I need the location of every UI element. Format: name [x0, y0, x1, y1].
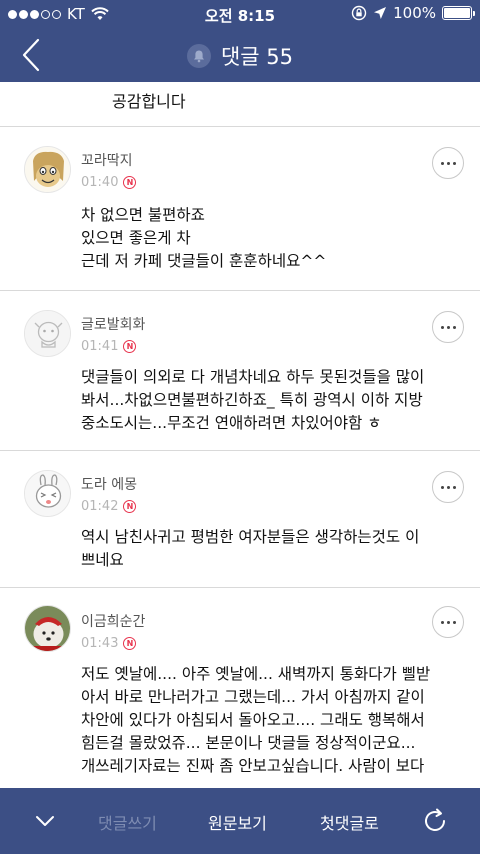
comment-time: 01:42: [81, 499, 119, 514]
comment-body: 저도 옛날에.... 아주 옛날에... 새벽까지 통화다가 삘받 아서 바로 …: [81, 663, 471, 778]
comment-nickname[interactable]: 글로발회화: [81, 314, 145, 334]
dog-photo-icon: [25, 606, 70, 651]
comment-more-button[interactable]: [432, 471, 464, 503]
comment-line: 역시 남친사귀고 평범한 여자분들은 생각하는것도 이: [81, 528, 420, 546]
previous-comment-text: 공감합니다: [112, 92, 186, 111]
comment-line: 봐서...차없으면불편하긴하죠_ 특히 광역시 이하 지방: [81, 391, 423, 409]
comment-line: 차 없으면 불편하죠: [81, 206, 205, 224]
bottom-toolbar: 댓글쓰기 원문보기 첫댓글로: [0, 788, 480, 854]
comment-more-button[interactable]: [432, 606, 464, 638]
default-profile-icon: [25, 311, 70, 356]
divider: [0, 126, 480, 127]
view-original-button[interactable]: 원문보기: [208, 810, 267, 834]
status-right: 100%: [351, 4, 475, 22]
comment-line: 댓글들이 의외로 다 개념차네요 하두 못된것들을 많이: [81, 368, 425, 386]
comment-line: 힘든걸 몰랐었쥬... 본문이나 댓글들 정상적이군요...: [81, 734, 416, 752]
comment-line: 중소도시는...무조건 연애하려면 차있어야함 ㅎ: [81, 414, 382, 432]
comment-line: 쁘네요: [81, 551, 124, 569]
status-bar: KT 오전 8:15 100%: [0, 0, 480, 28]
avatar[interactable]: [24, 310, 71, 357]
avatar[interactable]: [24, 146, 71, 193]
new-badge: N: [123, 340, 137, 353]
comment-meta: 01:42 N: [81, 499, 137, 514]
comment-more-button[interactable]: [432, 147, 464, 179]
comment-more-button[interactable]: [432, 311, 464, 343]
bell-icon[interactable]: [186, 44, 211, 68]
comment-nickname[interactable]: 이금희순간: [81, 611, 145, 631]
divider: [0, 450, 480, 451]
comment-time: 01:43: [81, 636, 119, 651]
comment-body: 역시 남친사귀고 평범한 여자분들은 생각하는것도 이 쁘네요: [81, 526, 471, 572]
comment-line: 있으면 좋은게 차: [81, 229, 191, 247]
page-title: 댓글 55: [220, 45, 294, 69]
location-icon: [374, 7, 387, 19]
new-badge: N: [123, 176, 137, 189]
avatar[interactable]: [24, 605, 71, 652]
comment-time: 01:40: [81, 175, 119, 190]
nav-bar: 댓글 55: [0, 28, 480, 82]
comment-body: 댓글들이 의외로 다 개념차네요 하두 못된것들을 많이 봐서...차없으면불편…: [81, 366, 471, 435]
comment-meta: 01:40 N: [81, 175, 137, 190]
bunny-character-icon: [25, 471, 70, 516]
first-comment-button[interactable]: 첫댓글로: [320, 810, 379, 834]
comment-meta: 01:41 N: [81, 339, 137, 354]
chevron-down-icon[interactable]: [34, 810, 56, 832]
comment-nickname[interactable]: 꼬라딱지: [81, 150, 133, 170]
comment-nickname[interactable]: 도라 에몽: [81, 474, 137, 494]
comment-meta: 01:43 N: [81, 636, 137, 651]
dog-character-icon: [25, 147, 70, 192]
new-badge: N: [123, 637, 137, 650]
new-badge: N: [123, 500, 137, 513]
battery-percent: 100%: [393, 4, 436, 22]
comment-list[interactable]: 공감합니다 꼬라딱지 01:40 N 차 없으면 불편하죠 있으면 좋은게 차 …: [0, 82, 480, 788]
orientation-lock-icon: [351, 5, 367, 21]
battery-icon: [442, 6, 475, 20]
comment-time: 01:41: [81, 339, 119, 354]
avatar[interactable]: [24, 470, 71, 517]
comment-line: 저도 옛날에.... 아주 옛날에... 새벽까지 통화다가 삘받: [81, 665, 431, 683]
write-comment-button[interactable]: 댓글쓰기: [98, 810, 157, 834]
divider: [0, 290, 480, 291]
comment-line: 차안에 있다가 아침되서 돌아오고.... 그래도 행복해서: [81, 711, 425, 729]
nav-title-group: 댓글 55: [0, 41, 480, 71]
refresh-icon[interactable]: [420, 806, 450, 836]
divider: [0, 587, 480, 588]
comment-line: 개쓰레기자료는 진짜 좀 안보고싶습니다. 사람이 보다: [81, 757, 425, 775]
comment-body: 차 없으면 불편하죠 있으면 좋은게 차 근데 저 카페 댓글들이 훈훈하네요^…: [81, 204, 471, 273]
comment-line: 근데 저 카페 댓글들이 훈훈하네요^^: [81, 252, 327, 270]
comment-line: 아서 바로 만나러가고 그랬는데... 가서 아침까지 같이: [81, 688, 425, 706]
